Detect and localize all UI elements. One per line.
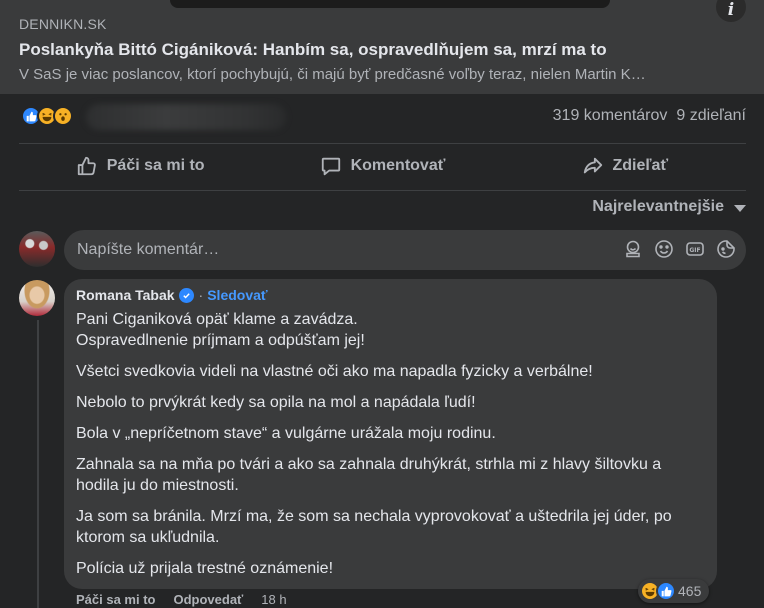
comment-author-avatar[interactable] (19, 280, 55, 316)
comment-input-placeholder: Napíšte komentár… (77, 241, 220, 258)
post-stats-row: 319 komentárov 9 zdieľaní (0, 100, 764, 134)
comment-paragraph: Všetci svedkovia videli na vlastné oči a… (76, 363, 593, 380)
comment-actions: Páči sa mi to Odpovedať 18 h (76, 592, 287, 607)
composer-tools: GIF (623, 239, 736, 259)
blurred-reactor-names (86, 104, 286, 130)
comment-author-row: Romana Tabak · Sledovať (76, 287, 268, 303)
comment-paragraph: Pani Ciganiková opäť klame a zavádza. Osp… (76, 311, 365, 349)
current-user-avatar[interactable] (19, 231, 55, 267)
avatar-sticker-icon[interactable] (623, 239, 643, 259)
comment-text: Pani Ciganiková opäť klame a zavádza. Osp… (76, 309, 708, 589)
post-actions: Páči sa mi to Komentovať Zdieľať (19, 143, 746, 189)
info-icon[interactable]: i (716, 0, 746, 22)
like-button[interactable]: Páči sa mi to (19, 143, 261, 189)
comment-like-button[interactable]: Páči sa mi to (76, 592, 155, 607)
sort-label: Najrelevantnejšie (592, 198, 724, 215)
thumbs-up-icon (77, 156, 96, 176)
comment-label: Komentovať (350, 157, 446, 174)
comment-reply-button[interactable]: Odpovedať (173, 592, 243, 607)
wow-reaction-icon (53, 106, 73, 126)
comments-count[interactable]: 319 komentárov (553, 107, 668, 125)
divider (19, 190, 746, 191)
sticker-icon[interactable] (716, 239, 736, 259)
comment-paragraph: Polícia už prijala trestné oznámenie! (76, 560, 334, 577)
link-preview-card[interactable]: i DENNIKN.SK Poslankyňa Bittó Cigániková… (0, 0, 764, 94)
reaction-summary[interactable] (21, 106, 73, 126)
share-button[interactable]: Zdieľať (504, 143, 746, 189)
preview-image[interactable] (170, 0, 610, 8)
comment-paragraph: Nebolo to prvýkrát kedy sa opila na mol … (76, 394, 476, 411)
comment-reactions-badge[interactable]: 465 (638, 579, 710, 603)
thread-line (37, 320, 39, 608)
separator-dot: · (198, 287, 204, 303)
comment-timestamp[interactable]: 18 h (261, 592, 286, 607)
like-label: Páči sa mi to (106, 157, 205, 174)
emoji-icon[interactable] (654, 239, 674, 259)
verified-badge-icon (178, 287, 194, 303)
comment-bubble: Romana Tabak · Sledovať Pani Ciganiková … (64, 279, 717, 589)
comment-sort-dropdown[interactable]: Najrelevantnejšie (592, 198, 746, 216)
comment-author-name[interactable]: Romana Tabak (76, 287, 175, 303)
caret-down-icon (734, 205, 746, 212)
link-headline[interactable]: Poslankyňa Bittó Cigániková: Hanbím sa, … (19, 40, 607, 60)
link-description: V SaS je viac poslancov, ktorí pochybujú… (19, 66, 646, 83)
comment-button[interactable]: Komentovať (261, 143, 503, 189)
comment-paragraph: Zahnala sa na mňa po tvári a ako sa zahn… (76, 456, 662, 494)
like-reaction-icon (656, 581, 676, 601)
gif-icon[interactable]: GIF (685, 239, 705, 259)
share-label: Zdieľať (612, 157, 669, 174)
follow-link[interactable]: Sledovať (207, 287, 267, 303)
comment-paragraph: Ja som sa bránila. Mrzí ma, že som sa ne… (76, 508, 672, 546)
comment-input[interactable]: Napíšte komentár… GIF (64, 230, 746, 270)
shares-count[interactable]: 9 zdieľaní (676, 107, 746, 125)
engagement-counts: 319 komentárov 9 zdieľaní (553, 107, 746, 125)
reaction-count: 465 (678, 583, 702, 599)
share-icon (583, 157, 602, 174)
comment-paragraph: Bola v „nepríčetnom stave“ a vulgárne ur… (76, 425, 496, 442)
svg-text:GIF: GIF (689, 247, 700, 254)
comment-icon (321, 157, 340, 176)
link-domain: DENNIKN.SK (19, 16, 107, 32)
